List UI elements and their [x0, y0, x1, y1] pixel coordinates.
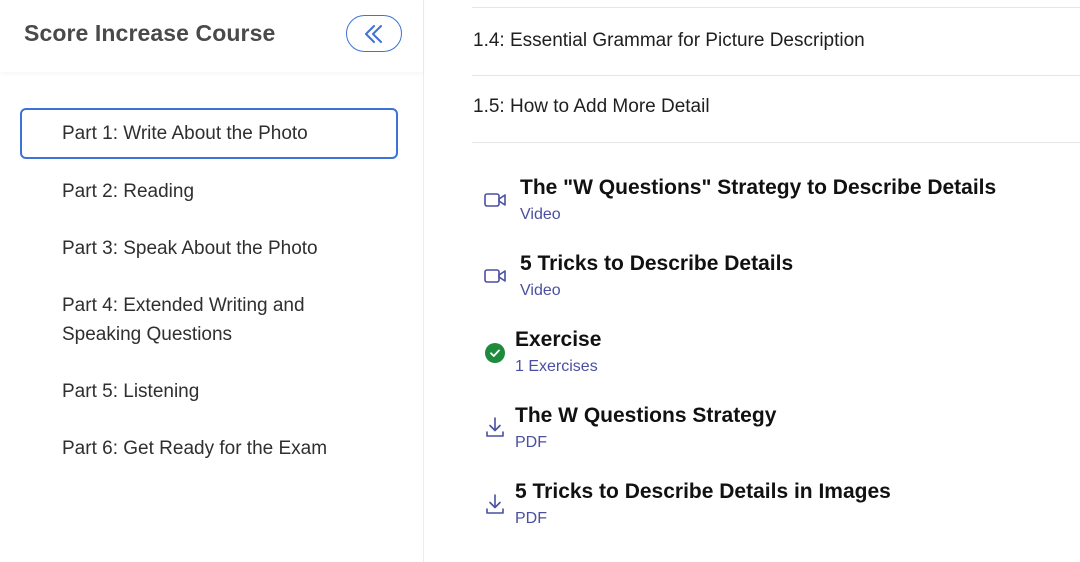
course-sidebar: Score Increase Course Part 1: Write Abou… [0, 0, 424, 562]
content-item-title: 5 Tricks to Describe Details in Images [515, 480, 891, 503]
sidebar-item-label: Part 1: Write About the Photo [62, 123, 308, 144]
sidebar-item-label: Part 6: Get Ready for the Exam [62, 438, 328, 459]
content-item-title: Exercise [515, 328, 602, 351]
content-item-type: Video [520, 206, 561, 223]
lesson-row-1-4[interactable]: 1.4: Essential Grammar for Picture Descr… [472, 8, 1080, 76]
course-title: Score Increase Course [24, 20, 276, 46]
content-item-count: 1 Exercises [515, 358, 598, 375]
sidebar-item-part-5[interactable]: Part 5: Listening [20, 377, 398, 406]
double-chevron-left-icon [365, 24, 382, 43]
download-icon [484, 416, 506, 438]
sidebar-header: Score Increase Course [0, 0, 423, 72]
lesson-row-1-5[interactable]: 1.5: How to Add More Detail [472, 75, 1080, 143]
sidebar-item-label: Part 5: Listening [62, 381, 200, 402]
content-item-pdf[interactable]: 5 Tricks to Describe Details in Images P… [484, 480, 1074, 536]
lesson-title: 1.5: How to Add More Detail [473, 96, 710, 117]
sidebar-item-label: Part 4: Extended Writing and Speaking Qu… [62, 295, 305, 345]
lesson-content: 1.4: Essential Grammar for Picture Descr… [472, 0, 1080, 562]
sidebar-item-part-1[interactable]: Part 1: Write About the Photo [20, 108, 398, 159]
collapse-sidebar-button[interactable] [346, 15, 402, 52]
course-app: Score Increase Course Part 1: Write Abou… [0, 0, 1080, 562]
check-circle-icon [484, 342, 506, 364]
content-item-type: PDF [515, 510, 547, 527]
content-item-type: PDF [515, 434, 547, 451]
lesson-title: 1.4: Essential Grammar for Picture Descr… [473, 30, 865, 51]
content-item-type: Video [520, 282, 561, 299]
sidebar-item-part-6[interactable]: Part 6: Get Ready for the Exam [20, 434, 398, 463]
content-item-video[interactable]: The "W Questions" Strategy to Describe D… [484, 176, 1074, 232]
sidebar-item-part-3[interactable]: Part 3: Speak About the Photo [20, 234, 398, 263]
content-item-title: The W Questions Strategy [515, 404, 777, 427]
sidebar-item-label: Part 3: Speak About the Photo [62, 238, 318, 259]
content-item-title: 5 Tricks to Describe Details [520, 252, 794, 275]
download-icon [484, 493, 506, 515]
content-item-exercise[interactable]: Exercise 1 Exercises [484, 328, 1074, 384]
video-camera-icon [484, 265, 506, 287]
sidebar-item-label: Part 2: Reading [62, 181, 195, 202]
content-item-video[interactable]: 5 Tricks to Describe Details Video [484, 252, 1074, 308]
content-item-title: The "W Questions" Strategy to Describe D… [520, 176, 997, 199]
sidebar-item-part-4[interactable]: Part 4: Extended Writing and Speaking Qu… [20, 291, 320, 349]
video-camera-icon [484, 189, 506, 211]
sidebar-item-part-2[interactable]: Part 2: Reading [20, 177, 398, 206]
content-item-pdf[interactable]: The W Questions Strategy PDF [484, 404, 1074, 460]
